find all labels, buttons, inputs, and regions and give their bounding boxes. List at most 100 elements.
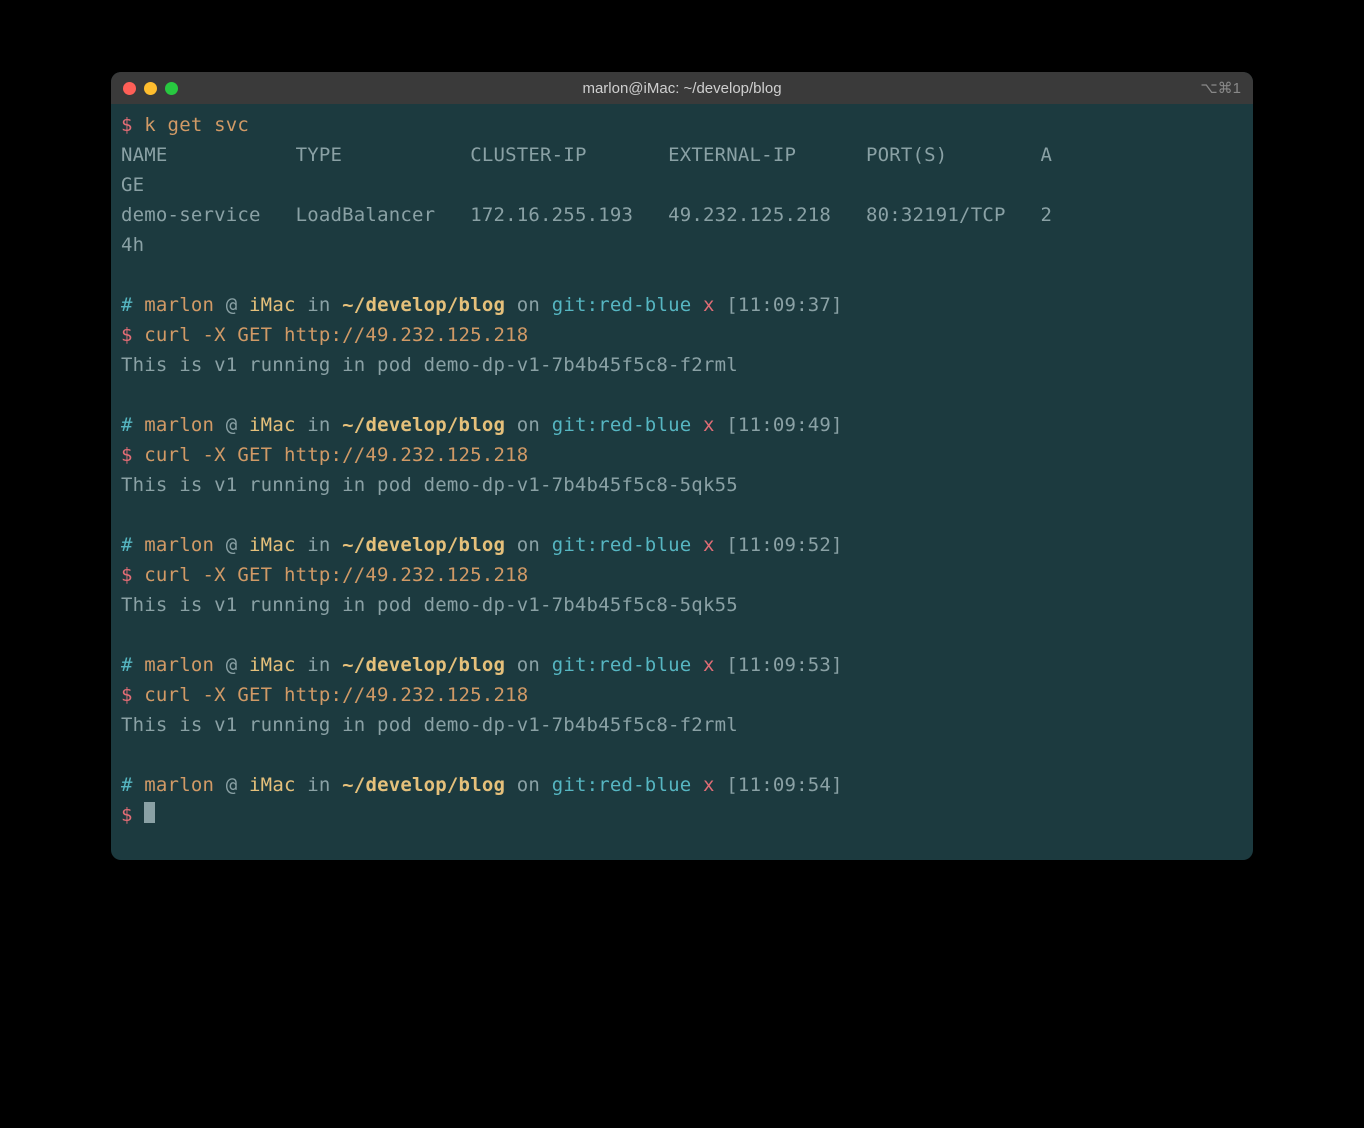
ps-time: [11:09:54] [726, 774, 842, 796]
cell-ports: 80:32191/TCP [866, 204, 1006, 226]
command-text: curl -X GET http://49.232.125.218 [144, 444, 528, 466]
ps-dirty-icon: x [703, 294, 715, 316]
prompt-symbol: $ [121, 564, 133, 586]
col-ports: PORT(S) [866, 144, 947, 166]
command-text: k get svc [144, 114, 249, 136]
titlebar: marlon@iMac: ~/develop/blog ⌥⌘1 [111, 72, 1253, 104]
ps-dirty-icon: x [703, 654, 715, 676]
ps-host: iMac [249, 294, 296, 316]
minimize-icon[interactable] [144, 82, 157, 95]
ps-dirty-icon: x [703, 534, 715, 556]
ps-on: on [517, 414, 540, 436]
terminal-window: marlon@iMac: ~/develop/blog ⌥⌘1 $ k get … [111, 72, 1253, 860]
cell-age-2: 4h [121, 234, 144, 256]
ps-path: ~/develop/blog [342, 774, 505, 796]
ps-in: in [307, 534, 330, 556]
ps-at: @ [226, 534, 238, 556]
ps-git: git: [552, 654, 599, 676]
traffic-lights [123, 82, 178, 95]
ps-hash: # [121, 774, 133, 796]
ps-branch: red-blue [598, 534, 691, 556]
ps-user: marlon [144, 534, 214, 556]
ps-user: marlon [144, 654, 214, 676]
window-shortcut: ⌥⌘1 [1200, 79, 1241, 97]
ps-time: [11:09:37] [726, 294, 842, 316]
prompt-symbol: $ [121, 804, 133, 826]
ps-on: on [517, 654, 540, 676]
command-text: curl -X GET http://49.232.125.218 [144, 564, 528, 586]
col-age-1: A [1041, 144, 1053, 166]
ps1-line: # marlon @ iMac in ~/develop/blog on git… [121, 414, 843, 436]
cell-name: demo-service [121, 204, 261, 226]
ps-branch: red-blue [598, 654, 691, 676]
ps-branch: red-blue [598, 774, 691, 796]
command-output: This is v1 running in pod demo-dp-v1-7b4… [121, 354, 738, 376]
table-header: NAME TYPE CLUSTER-IP EXTERNAL-IP PORT(S)… [121, 144, 1052, 166]
ps-hash: # [121, 294, 133, 316]
col-age-2: GE [121, 174, 144, 196]
ps-at: @ [226, 414, 238, 436]
col-type: TYPE [296, 144, 343, 166]
window-title: marlon@iMac: ~/develop/blog [582, 80, 781, 97]
close-icon[interactable] [123, 82, 136, 95]
command-text: curl -X GET http://49.232.125.218 [144, 324, 528, 346]
ps1-line: # marlon @ iMac in ~/develop/blog on git… [121, 654, 843, 676]
prompt-symbol: $ [121, 324, 133, 346]
cell-cluster-ip: 172.16.255.193 [470, 204, 633, 226]
ps-at: @ [226, 774, 238, 796]
command-output: This is v1 running in pod demo-dp-v1-7b4… [121, 714, 738, 736]
col-cluster-ip: CLUSTER-IP [470, 144, 586, 166]
ps-git: git: [552, 294, 599, 316]
ps-git: git: [552, 414, 599, 436]
ps-user: marlon [144, 294, 214, 316]
ps-user: marlon [144, 774, 214, 796]
maximize-icon[interactable] [165, 82, 178, 95]
prompt-symbol: $ [121, 684, 133, 706]
ps-time: [11:09:53] [726, 654, 842, 676]
ps-branch: red-blue [598, 294, 691, 316]
cursor-icon [144, 802, 155, 823]
ps-branch: red-blue [598, 414, 691, 436]
ps-user: marlon [144, 414, 214, 436]
ps-path: ~/develop/blog [342, 654, 505, 676]
ps-path: ~/develop/blog [342, 294, 505, 316]
col-external-ip: EXTERNAL-IP [668, 144, 796, 166]
ps-dirty-icon: x [703, 774, 715, 796]
prompt-symbol: $ [121, 114, 133, 136]
prompt-symbol: $ [121, 444, 133, 466]
ps-at: @ [226, 294, 238, 316]
ps-host: iMac [249, 774, 296, 796]
ps-hash: # [121, 534, 133, 556]
ps-host: iMac [249, 654, 296, 676]
command-output: This is v1 running in pod demo-dp-v1-7b4… [121, 474, 738, 496]
ps-dirty-icon: x [703, 414, 715, 436]
ps-host: iMac [249, 414, 296, 436]
ps1-line: # marlon @ iMac in ~/develop/blog on git… [121, 534, 843, 556]
command-output: This is v1 running in pod demo-dp-v1-7b4… [121, 594, 738, 616]
ps-in: in [307, 414, 330, 436]
ps-on: on [517, 534, 540, 556]
ps-path: ~/develop/blog [342, 534, 505, 556]
col-name: NAME [121, 144, 168, 166]
ps-hash: # [121, 414, 133, 436]
terminal-body[interactable]: $ k get svc NAME TYPE CLUSTER-IP EXTERNA… [111, 104, 1253, 860]
ps-time: [11:09:52] [726, 534, 842, 556]
ps-time: [11:09:49] [726, 414, 842, 436]
ps-path: ~/develop/blog [342, 414, 505, 436]
cell-type: LoadBalancer [296, 204, 436, 226]
cell-external-ip: 49.232.125.218 [668, 204, 831, 226]
ps-in: in [307, 654, 330, 676]
ps-on: on [517, 294, 540, 316]
ps-in: in [307, 774, 330, 796]
cell-age-1: 2 [1041, 204, 1053, 226]
ps-git: git: [552, 534, 599, 556]
ps-in: in [307, 294, 330, 316]
ps1-line: # marlon @ iMac in ~/develop/blog on git… [121, 774, 843, 796]
ps-at: @ [226, 654, 238, 676]
ps-on: on [517, 774, 540, 796]
command-text: curl -X GET http://49.232.125.218 [144, 684, 528, 706]
table-row: demo-service LoadBalancer 172.16.255.193… [121, 204, 1052, 226]
ps-hash: # [121, 654, 133, 676]
ps1-line: # marlon @ iMac in ~/develop/blog on git… [121, 294, 843, 316]
ps-host: iMac [249, 534, 296, 556]
